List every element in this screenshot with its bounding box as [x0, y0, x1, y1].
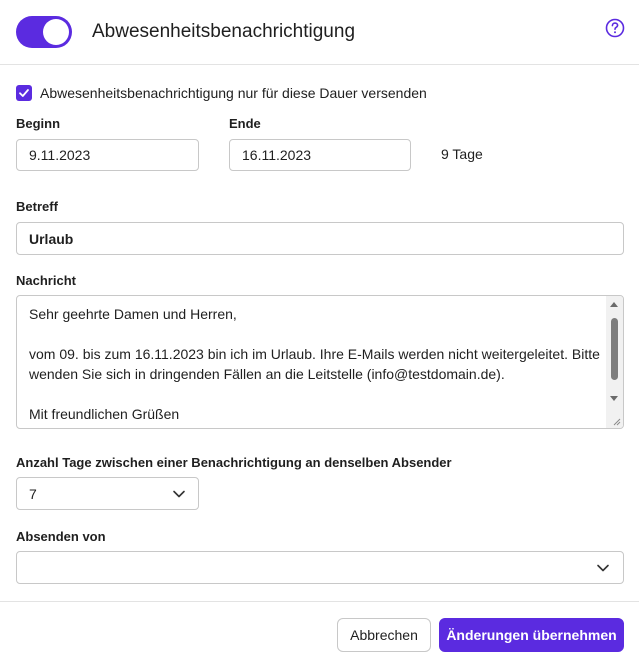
- send-from-label: Absenden von: [16, 529, 106, 544]
- check-icon: [19, 89, 29, 97]
- duration-only-label: Abwesenheitsbenachrichtigung nur für die…: [40, 85, 427, 101]
- chevron-down-icon: [173, 490, 185, 498]
- end-date-input[interactable]: [229, 139, 411, 171]
- message-textarea[interactable]: Sehr geehrte Damen und Herren, vom 09. b…: [16, 295, 624, 429]
- auto-reply-toggle[interactable]: [16, 16, 72, 48]
- scroll-down-arrow-icon[interactable]: [610, 396, 618, 401]
- message-line: vom 09. bis zum 16.11.2023 bin ich im Ur…: [29, 346, 604, 382]
- header-divider: [0, 64, 639, 65]
- scroll-up-arrow-icon[interactable]: [610, 302, 618, 307]
- send-from-select[interactable]: [16, 551, 624, 584]
- footer-divider: [0, 601, 639, 602]
- days-between-label: Anzahl Tage zwischen einer Benachrichtig…: [16, 455, 452, 470]
- message-line: [29, 324, 604, 344]
- question-circle-icon[interactable]: [605, 18, 625, 38]
- message-line: Sehr geehrte Damen und Herren,: [29, 306, 237, 322]
- end-date-label: Ende: [229, 116, 261, 131]
- message-line: [29, 384, 604, 404]
- days-between-select[interactable]: 7: [16, 477, 199, 510]
- start-date-input[interactable]: [16, 139, 199, 171]
- duration-only-checkbox[interactable]: [16, 85, 32, 101]
- days-between-value: 7: [29, 486, 37, 502]
- cancel-button[interactable]: Abbrechen: [337, 618, 431, 652]
- toggle-knob: [43, 19, 69, 45]
- start-date-label: Beginn: [16, 116, 61, 131]
- duration-days-text: 9 Tage: [441, 146, 483, 162]
- apply-changes-button[interactable]: Änderungen übernehmen: [439, 618, 624, 652]
- subject-input[interactable]: [16, 222, 624, 255]
- scroll-thumb[interactable]: [611, 318, 618, 380]
- message-scrollbar[interactable]: [606, 296, 623, 428]
- message-label: Nachricht: [16, 273, 76, 288]
- message-line: Mit freundlichen Grüßen: [29, 406, 180, 422]
- auto-reply-dialog: Abwesenheitsbenachrichtigung Abwesenheit…: [0, 0, 639, 666]
- chevron-down-icon: [597, 564, 609, 572]
- message-content: Sehr geehrte Damen und Herren, vom 09. b…: [29, 304, 604, 424]
- resize-grip-icon[interactable]: [611, 416, 621, 426]
- dialog-title: Abwesenheitsbenachrichtigung: [92, 21, 356, 42]
- subject-label: Betreff: [16, 199, 58, 214]
